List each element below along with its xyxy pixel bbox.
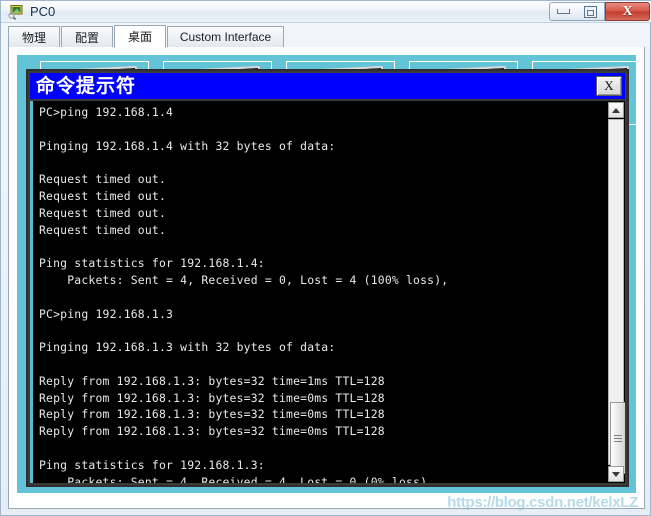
tab-physical-label: 物理: [21, 30, 46, 45]
pc-desktop-area: 命令提示符 X PC>ping 192.168.1.4 Pinging 192.…: [17, 55, 636, 493]
terminal-line: PC>ping 192.168.1.3: [39, 306, 174, 321]
window-title: PC0: [30, 4, 56, 19]
command-prompt-window: 命令提示符 X PC>ping 192.168.1.4 Pinging 192.…: [26, 69, 629, 487]
terminal-line: Request timed out.: [39, 222, 167, 237]
terminal-line: Packets: Sent = 4, Received = 4, Lost = …: [39, 474, 435, 483]
minimize-icon: [557, 9, 570, 14]
terminal-line: Reply from 192.168.1.3: bytes=32 time=0m…: [39, 424, 385, 439]
terminal-scrollbar[interactable]: [607, 101, 625, 483]
status-bar: [8, 509, 645, 513]
command-prompt-titlebar: 命令提示符 X: [30, 73, 625, 99]
scrollbar-down-button[interactable]: [608, 466, 624, 482]
pc0-window: PC0 X 物理 配置 桌面 Custom Interface 命令提示符 X …: [0, 0, 651, 516]
tab-strip: 物理 配置 桌面 Custom Interface: [8, 25, 645, 48]
window-titlebar: PC0 X: [1, 1, 651, 23]
terminal-line: Request timed out.: [39, 188, 167, 203]
terminal-line: Request timed out.: [39, 205, 167, 220]
pc-device-icon: [8, 4, 24, 20]
terminal-output: PC>ping 192.168.1.4 Pinging 192.168.1.4 …: [39, 104, 599, 483]
tab-custom-interface[interactable]: Custom Interface: [167, 26, 284, 48]
scrollbar-thumb[interactable]: [610, 402, 625, 474]
close-window-button[interactable]: X: [605, 2, 650, 21]
tab-desktop-label: 桌面: [127, 30, 152, 44]
scroll-up-arrow-icon: [612, 107, 620, 113]
maximize-button[interactable]: [577, 2, 605, 21]
maximize-icon: [584, 5, 597, 18]
terminal-line: Reply from 192.168.1.3: bytes=32 time=0m…: [39, 390, 385, 405]
terminal-line: PC>ping 192.168.1.4: [39, 105, 174, 119]
terminal-line: Pinging 192.168.1.4 with 32 bytes of dat…: [39, 138, 336, 153]
terminal-line: Request timed out.: [39, 172, 167, 187]
scrollbar-grip-icon: [614, 433, 622, 444]
command-prompt-close-button[interactable]: X: [596, 76, 622, 96]
tab-desktop[interactable]: 桌面: [114, 25, 166, 48]
tab-config-label: 配置: [74, 30, 99, 45]
scrollbar-track[interactable]: [608, 119, 625, 474]
scrollbar-up-button[interactable]: [608, 102, 624, 118]
window-controls: X: [549, 2, 650, 22]
terminal-line: Reply from 192.168.1.3: bytes=32 time=1m…: [39, 373, 385, 388]
tab-physical[interactable]: 物理: [8, 26, 60, 48]
terminal-line: Reply from 192.168.1.3: bytes=32 time=0m…: [39, 407, 385, 422]
close-icon: X: [604, 78, 614, 93]
terminal-line: Ping statistics for 192.168.1.3:: [39, 457, 265, 472]
close-icon: X: [622, 3, 633, 19]
terminal-line: Packets: Sent = 4, Received = 0, Lost = …: [39, 272, 449, 287]
minimize-button[interactable]: [549, 2, 577, 21]
terminal-line: Pinging 192.168.1.3 with 32 bytes of dat…: [39, 340, 336, 355]
terminal-body[interactable]: PC>ping 192.168.1.4 Pinging 192.168.1.4 …: [30, 101, 625, 483]
tab-custom-interface-label: Custom Interface: [179, 30, 272, 44]
tab-config[interactable]: 配置: [61, 26, 113, 48]
desktop-panel: 命令提示符 X PC>ping 192.168.1.4 Pinging 192.…: [8, 47, 645, 511]
terminal-line: Ping statistics for 192.168.1.4:: [39, 256, 265, 271]
command-prompt-title: 命令提示符: [36, 75, 137, 97]
scroll-down-arrow-icon: [612, 471, 620, 477]
